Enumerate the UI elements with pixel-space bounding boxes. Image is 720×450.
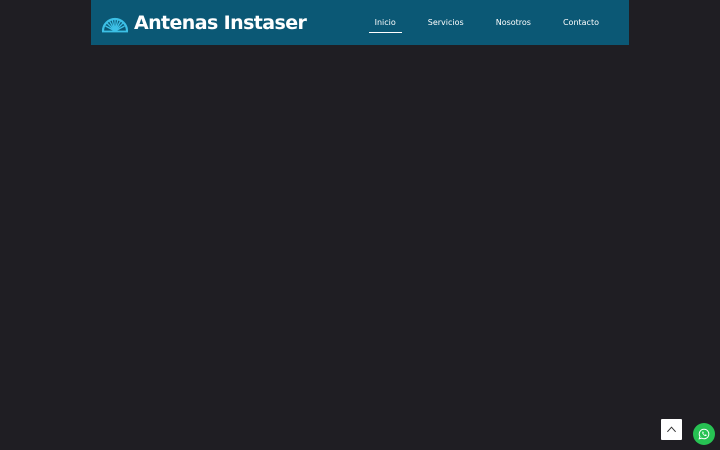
whatsapp-button[interactable] [693, 423, 715, 445]
sunburst-dish-logo-icon [101, 17, 129, 33]
brand-name: Antenas Instaser [134, 12, 307, 34]
nav-link-contacto[interactable]: Contacto [557, 0, 605, 45]
page: Antenas Instaser Inicio Servicios Nosotr… [0, 0, 720, 450]
whatsapp-icon [698, 428, 710, 440]
chevron-up-icon [667, 426, 676, 433]
navbar: Antenas Instaser Inicio Servicios Nosotr… [91, 0, 629, 45]
main-nav: Inicio Servicios Nosotros Contacto [349, 0, 605, 45]
nav-link-nosotros[interactable]: Nosotros [490, 0, 537, 45]
nav-link-servicios[interactable]: Servicios [422, 0, 470, 45]
back-to-top-button[interactable] [661, 419, 682, 440]
brand-link[interactable]: Antenas Instaser [100, 11, 307, 35]
nav-link-inicio[interactable]: Inicio [368, 0, 402, 45]
